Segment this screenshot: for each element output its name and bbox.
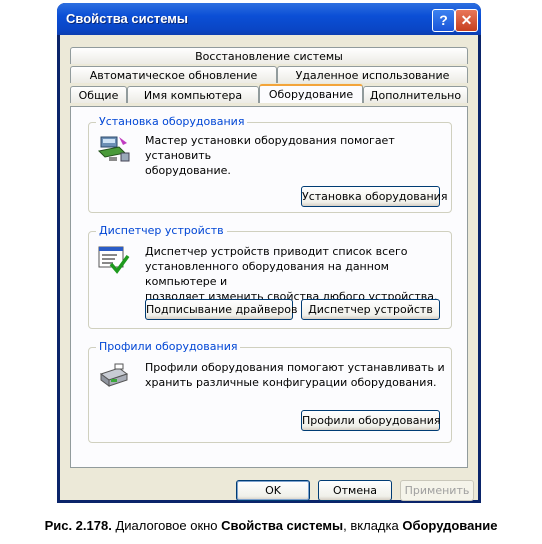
hardware-profiles-button[interactable]: Профили оборудования xyxy=(301,410,440,431)
group-add-hardware: Установка оборудования Мастер установки … xyxy=(88,115,452,213)
add-hardware-text-line2: оборудование. xyxy=(145,164,231,177)
group-device-manager: Диспетчер устройств Диспетчер устройств … xyxy=(88,224,452,329)
tab-advanced[interactable]: Дополнительно xyxy=(363,86,468,103)
title-bar[interactable]: Свойства системы ? ✕ xyxy=(57,3,481,35)
device-manager-text-line2: установленного оборудования на данном ко… xyxy=(145,260,389,288)
system-properties-window: Свойства системы ? ✕ Восстановление сист… xyxy=(57,3,481,503)
hardware-profiles-text-line2: хранить различные конфигурации оборудова… xyxy=(145,376,437,389)
ok-button[interactable]: OK xyxy=(236,480,310,501)
caption-text1: Диалоговое окно xyxy=(111,518,222,533)
caption-text2: , вкладка xyxy=(343,518,403,533)
add-hardware-description: Мастер установки оборудования помогает у… xyxy=(145,133,451,178)
tab-general[interactable]: Общие xyxy=(70,86,127,103)
close-button[interactable]: ✕ xyxy=(455,9,478,32)
hardware-profiles-text-line1: Профили оборудования помогают устанавлив… xyxy=(145,361,445,374)
add-hardware-wizard-button[interactable]: Установка оборудования xyxy=(301,186,447,207)
hardware-profiles-description: Профили оборудования помогают устанавлив… xyxy=(145,360,445,390)
group-hardware-profiles: Профили оборудования Профили оборудовани… xyxy=(88,340,452,443)
caption-bold1: Свойства системы xyxy=(221,518,344,533)
device-manager-icon xyxy=(98,246,130,274)
add-hardware-text-line1: Мастер установки оборудования помогает у… xyxy=(145,134,395,162)
cancel-button[interactable]: Отмена xyxy=(318,480,392,501)
tab-automatic-updates[interactable]: Автоматическое обновление xyxy=(70,66,277,83)
window-title: Свойства системы xyxy=(66,11,188,26)
help-button[interactable]: ? xyxy=(432,9,455,32)
caption-prefix: Рис. 2.178. xyxy=(44,518,112,533)
hardware-tab-panel: Установка оборудования Мастер установки … xyxy=(70,106,468,468)
dialog-client-area: Восстановление системы Автоматическое об… xyxy=(60,35,478,501)
driver-signing-button[interactable]: Подписывание драйверов xyxy=(145,299,297,320)
device-manager-text-line1: Диспетчер устройств приводит список всег… xyxy=(145,245,408,258)
tab-computer-name[interactable]: Имя компьютера xyxy=(127,86,259,103)
caption-bold2: Оборудование xyxy=(402,518,498,533)
apply-button[interactable]: Применить xyxy=(400,480,474,501)
figure-caption: Рис. 2.178. Диалоговое окно Свойства сис… xyxy=(0,518,542,533)
hardware-profiles-icon xyxy=(99,363,129,387)
device-manager-description: Диспетчер устройств приводит список всег… xyxy=(145,244,451,304)
group-title-device-manager: Диспетчер устройств xyxy=(96,224,227,237)
tab-hardware[interactable]: Оборудование xyxy=(259,84,363,103)
device-manager-button[interactable]: Диспетчер устройств xyxy=(301,299,440,320)
group-title-add-hardware: Установка оборудования xyxy=(96,115,248,128)
group-title-hardware-profiles: Профили оборудования xyxy=(96,340,241,353)
tab-remote[interactable]: Удаленное использование xyxy=(277,66,468,83)
hardware-wizard-icon xyxy=(97,136,130,162)
tab-system-restore[interactable]: Восстановление системы xyxy=(70,47,468,64)
